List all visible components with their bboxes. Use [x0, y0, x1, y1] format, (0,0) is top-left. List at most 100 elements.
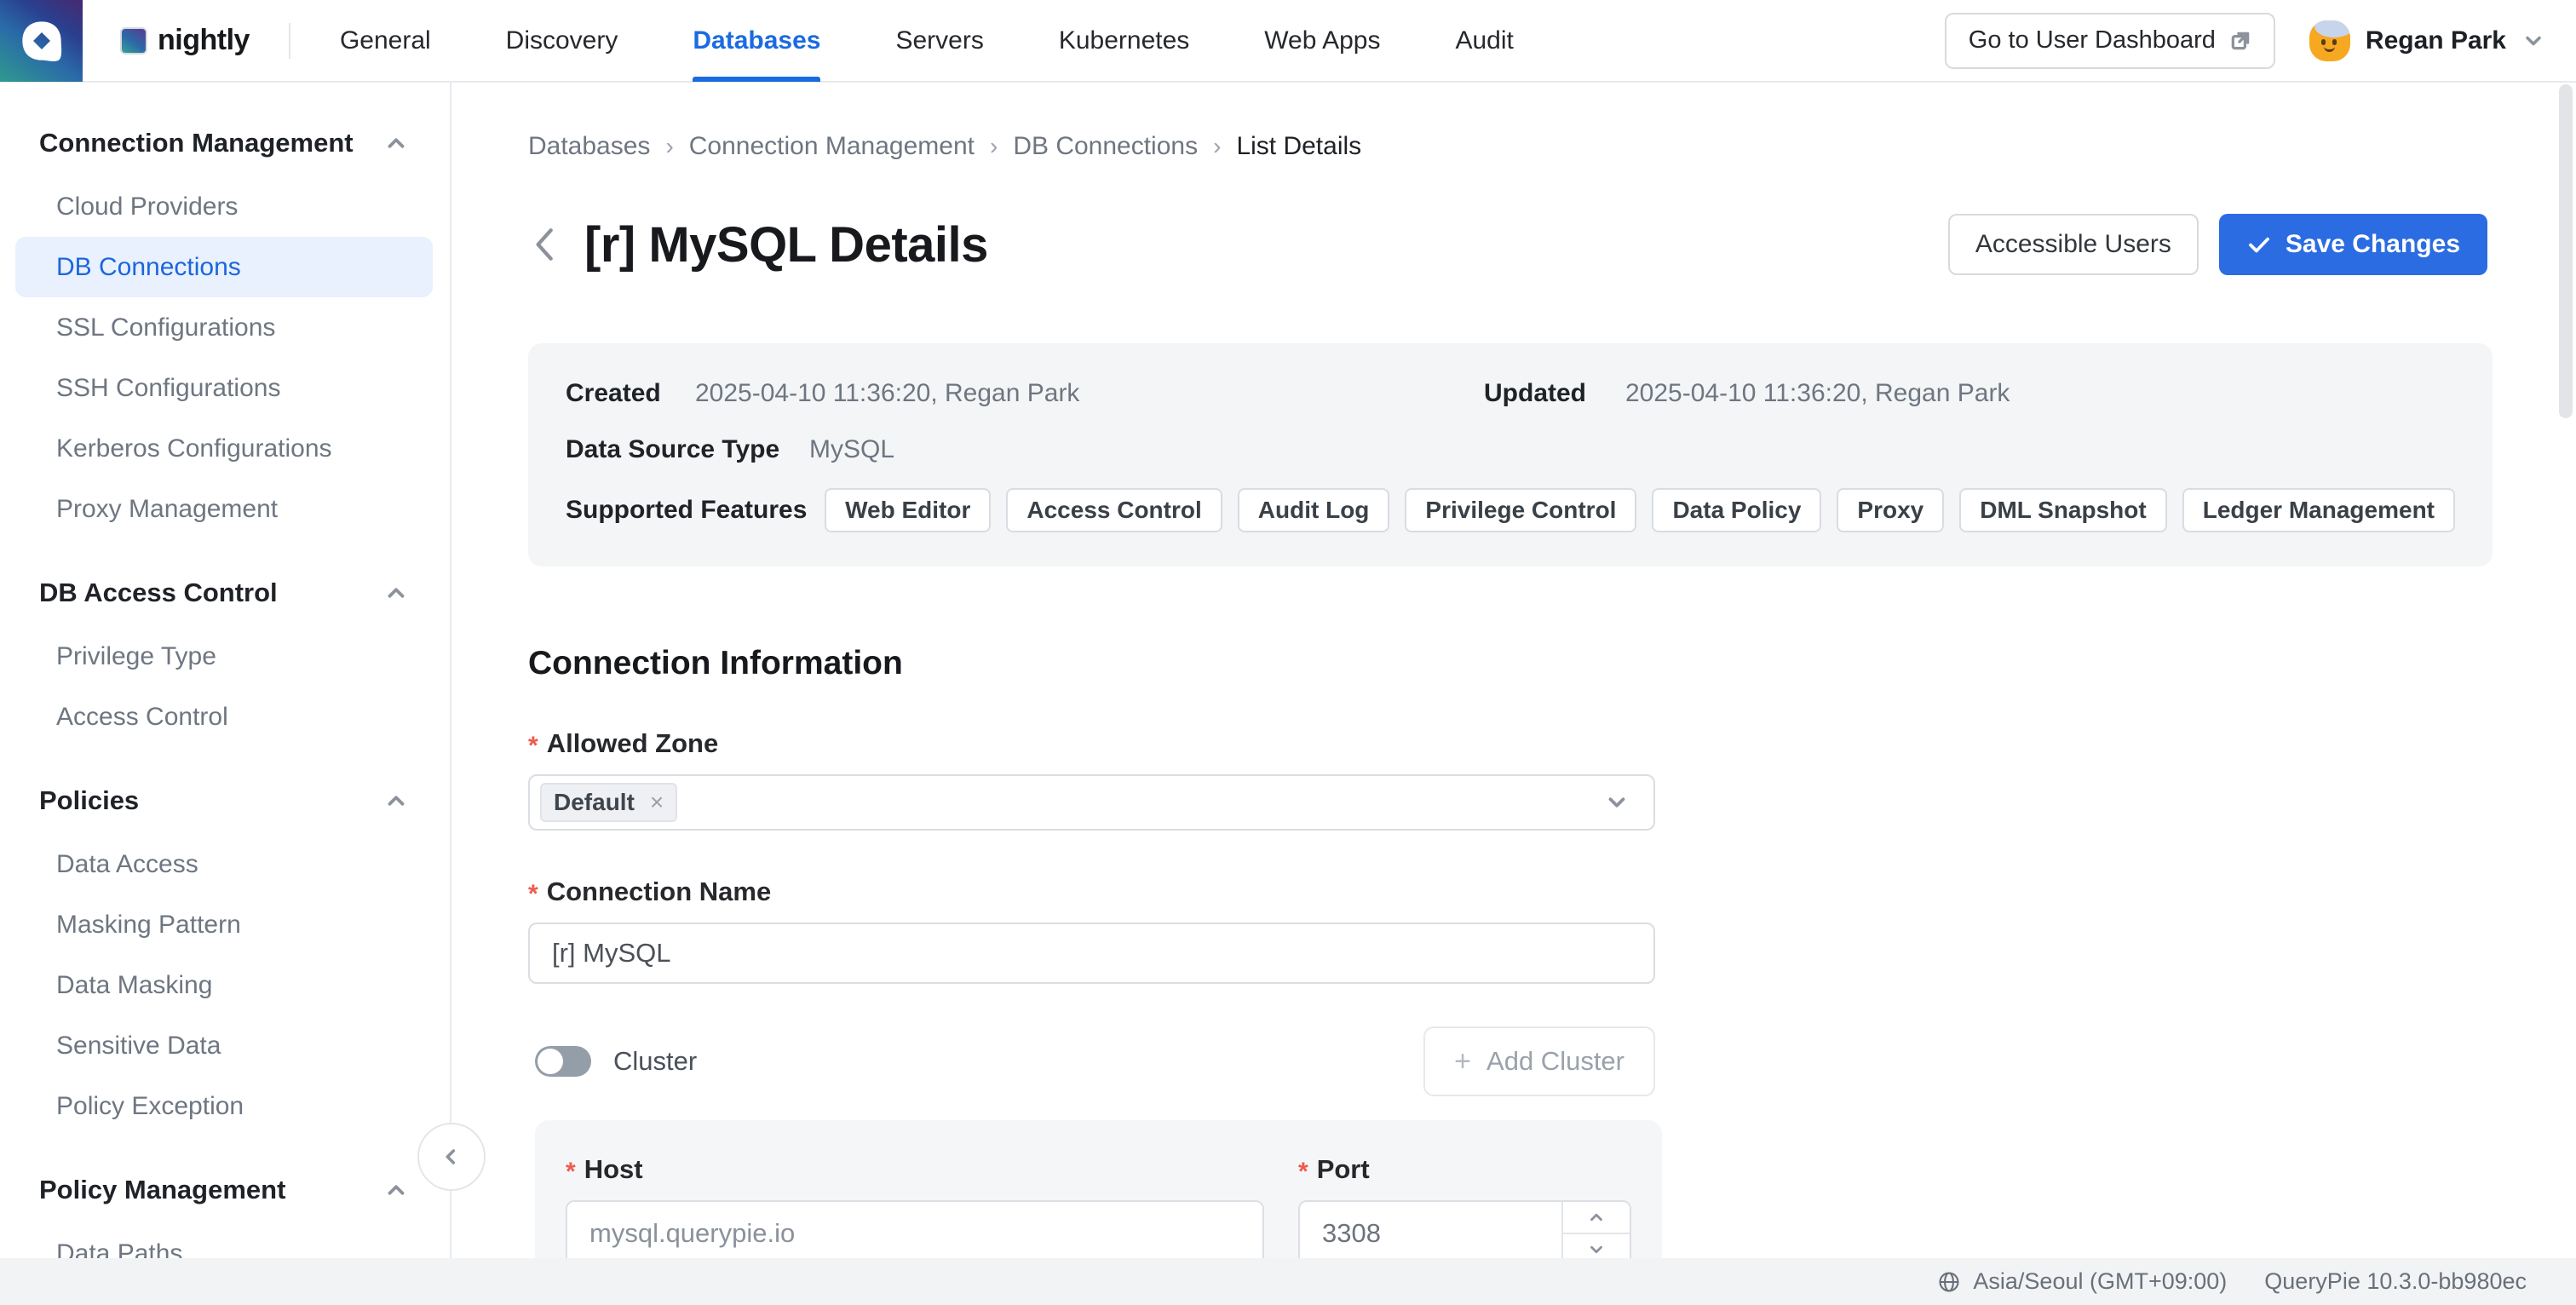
feature-chip-privilege-control: Privilege Control: [1405, 488, 1636, 532]
sidebar-item-cloud-providers[interactable]: Cloud Providers: [0, 176, 450, 237]
sidebar-group-header-db-access-control[interactable]: DB Access Control: [0, 570, 450, 616]
app-body: Connection Management Cloud Providers DB…: [0, 83, 2576, 1305]
workspace-brand: nightly: [120, 24, 250, 57]
remove-tag-icon[interactable]: ×: [645, 789, 669, 816]
required-asterisk: *: [528, 880, 538, 909]
sidebar-item-kerberos-configurations[interactable]: Kerberos Configurations: [0, 418, 450, 479]
sidebar-item-proxy-management[interactable]: Proxy Management: [0, 479, 450, 539]
nav-tab-audit[interactable]: Audit: [1455, 0, 1513, 82]
chevron-down-icon: [1604, 790, 1630, 815]
allowed-zone-select[interactable]: Default ×: [528, 774, 1655, 831]
chevron-up-icon: [383, 788, 409, 813]
main-content: Databases › Connection Management › DB C…: [451, 83, 2576, 1305]
user-name: Regan Park: [2366, 26, 2506, 55]
save-changes-label: Save Changes: [2286, 230, 2460, 259]
sidebar-group-title: Policies: [39, 785, 139, 816]
sidebar-item-privilege-type[interactable]: Privilege Type: [0, 626, 450, 687]
feature-chip-access-control: Access Control: [1006, 488, 1222, 532]
port-label: * Port: [1298, 1154, 1631, 1185]
chevron-left-icon: [440, 1145, 463, 1169]
save-changes-button[interactable]: Save Changes: [2219, 214, 2487, 275]
sidebar-group-title: DB Access Control: [39, 578, 278, 608]
updated-label: Updated: [1484, 376, 1625, 411]
supported-features-label: Supported Features: [566, 492, 825, 528]
required-asterisk: *: [566, 1158, 576, 1187]
connection-name-input[interactable]: [528, 923, 1655, 984]
breadcrumb: Databases › Connection Management › DB C…: [528, 132, 2487, 161]
allowed-zone-tag-label: Default: [554, 789, 635, 816]
top-navigation-bar: nightly General Discovery Databases Serv…: [0, 0, 2576, 83]
sidebar-item-data-access[interactable]: Data Access: [0, 834, 450, 894]
breadcrumb-separator: ›: [665, 133, 673, 160]
sidebar: Connection Management Cloud Providers DB…: [0, 83, 451, 1305]
cluster-row: Cluster + Add Cluster: [528, 1026, 1655, 1096]
main-nav: General Discovery Databases Servers Kube…: [340, 0, 1514, 82]
sidebar-item-sensitive-data[interactable]: Sensitive Data: [0, 1015, 450, 1076]
timezone-label: Asia/Seoul (GMT+09:00): [1973, 1268, 2227, 1295]
timezone-indicator[interactable]: Asia/Seoul (GMT+09:00): [1937, 1268, 2227, 1295]
connection-name-label: * Connection Name: [528, 877, 1655, 907]
allowed-zone-label: * Allowed Zone: [528, 728, 1655, 759]
sidebar-collapse-button[interactable]: [417, 1123, 486, 1191]
sidebar-group-db-access-control: DB Access Control Privilege Type Access …: [0, 570, 450, 747]
sidebar-item-ssh-configurations[interactable]: SSH Configurations: [0, 358, 450, 418]
workspace-name: nightly: [158, 24, 250, 57]
breadcrumb-db-connections[interactable]: DB Connections: [1013, 132, 1198, 161]
sidebar-group-header-policy-management[interactable]: Policy Management: [0, 1167, 450, 1213]
port-spinner: [1561, 1202, 1630, 1265]
connection-meta-card: Created 2025-04-10 11:36:20, Regan Park …: [528, 343, 2493, 566]
breadcrumb-databases[interactable]: Databases: [528, 132, 650, 161]
nav-tab-web-apps[interactable]: Web Apps: [1264, 0, 1380, 82]
chevron-up-icon: [383, 1177, 409, 1203]
host-label: * Host: [566, 1154, 1264, 1185]
user-menu[interactable]: Regan Park: [2309, 20, 2545, 61]
created-value: 2025-04-10 11:36:20, Regan Park: [695, 376, 1079, 411]
querypie-logo[interactable]: [0, 0, 83, 82]
sidebar-group-title: Policy Management: [39, 1175, 285, 1205]
version-label: QueryPie 10.3.0-bb980ec: [2264, 1268, 2527, 1295]
nav-tab-databases[interactable]: Databases: [693, 0, 820, 82]
add-cluster-button[interactable]: + Add Cluster: [1423, 1026, 1655, 1096]
feature-chip-dml-snapshot: DML Snapshot: [1959, 488, 2166, 532]
data-source-type-label: Data Source Type: [566, 432, 809, 468]
port-increment-button[interactable]: [1563, 1202, 1630, 1234]
back-button[interactable]: [528, 221, 566, 268]
sidebar-item-ssl-configurations[interactable]: SSL Configurations: [0, 297, 450, 358]
sidebar-item-access-control[interactable]: Access Control: [0, 687, 450, 747]
updated-value: 2025-04-10 11:36:20, Regan Park: [1625, 376, 2010, 411]
status-footer: Asia/Seoul (GMT+09:00) QueryPie 10.3.0-b…: [0, 1258, 2576, 1305]
connection-form: * Allowed Zone Default × * Connection Na…: [528, 728, 1655, 1305]
cluster-toggle-label: Cluster: [613, 1046, 697, 1077]
sidebar-group-header-connection-management[interactable]: Connection Management: [0, 120, 450, 166]
chevron-up-icon: [1587, 1208, 1606, 1227]
page-header: [r] MySQL Details Accessible Users Save …: [528, 212, 2487, 277]
supported-features-chips: Web Editor Access Control Audit Log Priv…: [825, 488, 2455, 532]
allowed-zone-tag: Default ×: [540, 783, 677, 822]
sidebar-item-policy-exception[interactable]: Policy Exception: [0, 1076, 450, 1136]
nav-tab-discovery[interactable]: Discovery: [506, 0, 618, 82]
nav-tab-kubernetes[interactable]: Kubernetes: [1059, 0, 1189, 82]
feature-chip-data-policy: Data Policy: [1652, 488, 1821, 532]
nav-tab-general[interactable]: General: [340, 0, 431, 82]
vertical-scrollbar[interactable]: [2559, 84, 2573, 418]
sidebar-item-db-connections[interactable]: DB Connections: [15, 237, 433, 297]
nav-tab-servers[interactable]: Servers: [895, 0, 983, 82]
app-window: nightly General Discovery Databases Serv…: [0, 0, 2576, 1305]
sidebar-group-title: Connection Management: [39, 128, 354, 158]
host-input[interactable]: [566, 1200, 1264, 1267]
sidebar-item-masking-pattern[interactable]: Masking Pattern: [0, 894, 450, 955]
sidebar-group-header-policies[interactable]: Policies: [0, 778, 450, 824]
breadcrumb-connection-management[interactable]: Connection Management: [689, 132, 975, 161]
chevron-up-icon: [383, 580, 409, 606]
section-title-connection-information: Connection Information: [528, 645, 2487, 682]
go-to-user-dashboard-label: Go to User Dashboard: [1969, 26, 2216, 55]
cluster-toggle[interactable]: [535, 1046, 591, 1077]
page-title: [r] MySQL Details: [584, 216, 988, 273]
accessible-users-button[interactable]: Accessible Users: [1948, 214, 2199, 275]
go-to-user-dashboard-button[interactable]: Go to User Dashboard: [1945, 13, 2275, 69]
sidebar-item-data-masking[interactable]: Data Masking: [0, 955, 450, 1015]
chevron-down-icon: [2521, 29, 2545, 53]
chevron-up-icon: [383, 130, 409, 156]
feature-chip-web-editor: Web Editor: [825, 488, 991, 532]
external-link-icon: [2229, 30, 2251, 52]
